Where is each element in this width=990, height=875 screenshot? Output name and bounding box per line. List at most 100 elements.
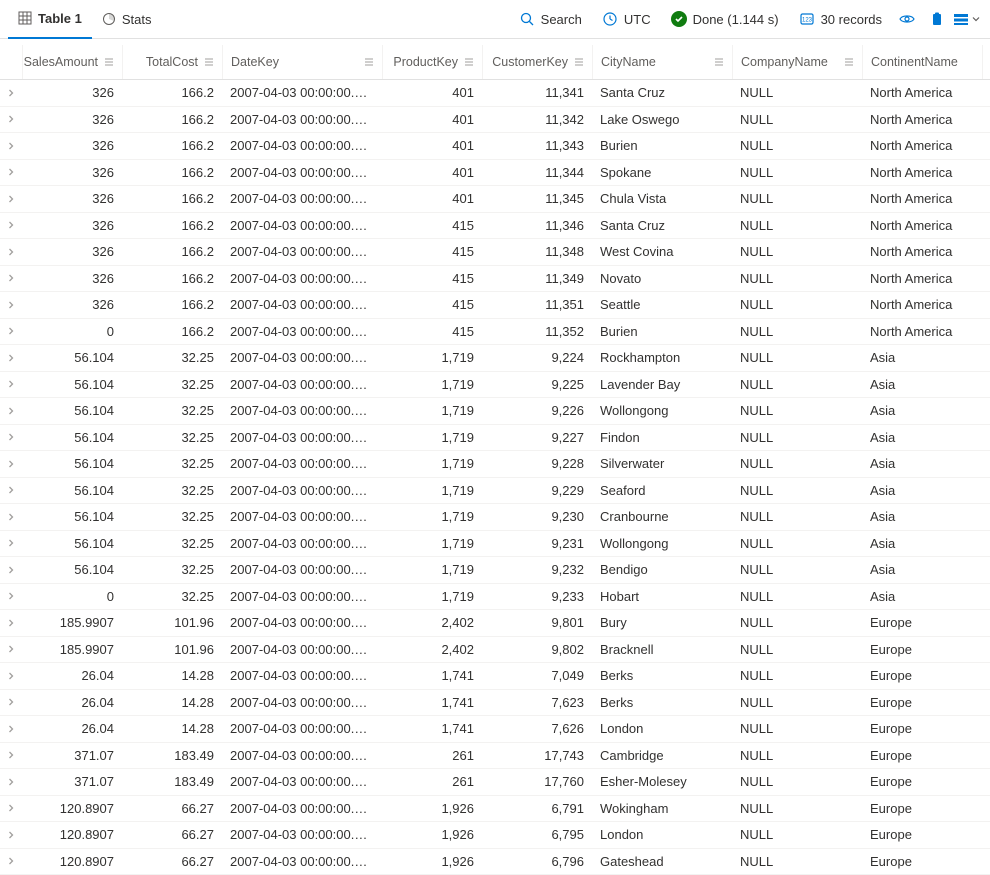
column-menu-icon[interactable] (574, 57, 584, 67)
expand-row-icon[interactable] (0, 830, 22, 840)
table-row[interactable]: 56.10432.252007-04-03 00:00:00.00001,719… (0, 531, 990, 558)
column-header-customerkey[interactable]: CustomerKey (483, 45, 593, 79)
expand-row-icon[interactable] (0, 114, 22, 124)
clock-icon (602, 11, 618, 27)
table-row[interactable]: 56.10432.252007-04-03 00:00:00.00001,719… (0, 345, 990, 372)
cell-customerkey: 9,225 (482, 377, 592, 392)
cell-productkey: 1,719 (382, 483, 482, 498)
view-dropdown[interactable] (952, 0, 982, 38)
expand-row-icon[interactable] (0, 644, 22, 654)
cell-customerkey: 6,791 (482, 801, 592, 816)
table-row[interactable]: 185.9907101.962007-04-03 00:00:00.00002,… (0, 637, 990, 664)
expand-row-icon[interactable] (0, 803, 22, 813)
table-row[interactable]: 371.07183.492007-04-03 00:00:00.00002611… (0, 743, 990, 770)
cell-totalcost: 32.25 (122, 536, 222, 551)
table-row[interactable]: 120.890766.272007-04-03 00:00:00.00001,9… (0, 849, 990, 875)
tab-stats[interactable]: Stats (92, 0, 162, 38)
expand-row-icon[interactable] (0, 247, 22, 257)
table-row[interactable]: 326166.22007-04-03 00:00:00.000040111,34… (0, 186, 990, 213)
expand-row-icon[interactable] (0, 406, 22, 416)
expand-row-icon[interactable] (0, 591, 22, 601)
column-header-datekey[interactable]: DateKey (223, 45, 383, 79)
expand-row-icon[interactable] (0, 485, 22, 495)
column-menu-icon[interactable] (204, 57, 214, 67)
expand-row-icon[interactable] (0, 167, 22, 177)
expand-row-icon[interactable] (0, 194, 22, 204)
column-menu-icon[interactable] (714, 57, 724, 67)
expand-row-icon[interactable] (0, 353, 22, 363)
records-button[interactable]: 123 30 records (789, 0, 892, 38)
expand-row-icon[interactable] (0, 88, 22, 98)
column-header-cityname[interactable]: CityName (593, 45, 733, 79)
column-header-companyname[interactable]: CompanyName (733, 45, 863, 79)
table-row[interactable]: 56.10432.252007-04-03 00:00:00.00001,719… (0, 451, 990, 478)
cell-continentname: Europe (862, 748, 982, 763)
tab-table[interactable]: Table 1 (8, 0, 92, 39)
table-row[interactable]: 326166.22007-04-03 00:00:00.000041511,34… (0, 239, 990, 266)
expand-row-icon[interactable] (0, 379, 22, 389)
table-row[interactable]: 326166.22007-04-03 00:00:00.000040111,34… (0, 80, 990, 107)
cell-companyname: NULL (732, 562, 862, 577)
expand-row-icon[interactable] (0, 856, 22, 866)
layout-icon (953, 11, 969, 27)
expand-row-icon[interactable] (0, 459, 22, 469)
search-button[interactable]: Search (509, 0, 592, 38)
cell-customerkey: 9,227 (482, 430, 592, 445)
table-row[interactable]: 326166.22007-04-03 00:00:00.000041511,34… (0, 213, 990, 240)
table-row[interactable]: 0166.22007-04-03 00:00:00.000041511,352B… (0, 319, 990, 346)
expand-row-icon[interactable] (0, 220, 22, 230)
cell-companyname: NULL (732, 430, 862, 445)
table-row[interactable]: 56.10432.252007-04-03 00:00:00.00001,719… (0, 557, 990, 584)
cell-salesamount: 120.8907 (22, 827, 122, 842)
table-row[interactable]: 326166.22007-04-03 00:00:00.000041511,35… (0, 292, 990, 319)
clipboard-button[interactable] (922, 0, 952, 38)
expand-row-icon[interactable] (0, 432, 22, 442)
column-header-continentname[interactable]: ContinentName (863, 45, 983, 79)
column-header-totalcost[interactable]: TotalCost (123, 45, 223, 79)
expand-row-icon[interactable] (0, 273, 22, 283)
cell-customerkey: 9,226 (482, 403, 592, 418)
expand-row-icon[interactable] (0, 697, 22, 707)
table-row[interactable]: 56.10432.252007-04-03 00:00:00.00001,719… (0, 504, 990, 531)
cell-totalcost: 166.2 (122, 271, 222, 286)
table-row[interactable]: 371.07183.492007-04-03 00:00:00.00002611… (0, 769, 990, 796)
column-menu-icon[interactable] (464, 57, 474, 67)
table-row[interactable]: 120.890766.272007-04-03 00:00:00.00001,9… (0, 796, 990, 823)
cell-salesamount: 56.104 (22, 509, 122, 524)
column-menu-icon[interactable] (364, 57, 374, 67)
table-row[interactable]: 326166.22007-04-03 00:00:00.000041511,34… (0, 266, 990, 293)
expand-row-icon[interactable] (0, 300, 22, 310)
table-row[interactable]: 56.10432.252007-04-03 00:00:00.00001,719… (0, 478, 990, 505)
cell-cityname: Bendigo (592, 562, 732, 577)
table-row[interactable]: 26.0414.282007-04-03 00:00:00.00001,7417… (0, 690, 990, 717)
expand-row-icon[interactable] (0, 777, 22, 787)
column-header-productkey[interactable]: ProductKey (383, 45, 483, 79)
table-row[interactable]: 56.10432.252007-04-03 00:00:00.00001,719… (0, 425, 990, 452)
table-row[interactable]: 326166.22007-04-03 00:00:00.000040111,34… (0, 107, 990, 134)
table-row[interactable]: 326166.22007-04-03 00:00:00.000040111,34… (0, 160, 990, 187)
table-row[interactable]: 26.0414.282007-04-03 00:00:00.00001,7417… (0, 716, 990, 743)
hide-button[interactable] (892, 0, 922, 38)
table-row[interactable]: 120.890766.272007-04-03 00:00:00.00001,9… (0, 822, 990, 849)
expand-row-icon[interactable] (0, 750, 22, 760)
table-row[interactable]: 56.10432.252007-04-03 00:00:00.00001,719… (0, 398, 990, 425)
table-row[interactable]: 26.0414.282007-04-03 00:00:00.00001,7417… (0, 663, 990, 690)
table-row[interactable]: 032.252007-04-03 00:00:00.00001,7199,233… (0, 584, 990, 611)
cell-companyname: NULL (732, 774, 862, 789)
table-row[interactable]: 185.9907101.962007-04-03 00:00:00.00002,… (0, 610, 990, 637)
column-menu-icon[interactable] (104, 57, 114, 67)
expand-row-icon[interactable] (0, 618, 22, 628)
expand-row-icon[interactable] (0, 671, 22, 681)
column-header-salesamount[interactable]: SalesAmount (23, 45, 123, 79)
table-row[interactable]: 326166.22007-04-03 00:00:00.000040111,34… (0, 133, 990, 160)
expand-row-icon[interactable] (0, 512, 22, 522)
expand-row-icon[interactable] (0, 141, 22, 151)
expand-row-icon[interactable] (0, 326, 22, 336)
column-menu-icon[interactable] (844, 57, 854, 67)
cell-totalcost: 66.27 (122, 801, 222, 816)
expand-row-icon[interactable] (0, 538, 22, 548)
table-row[interactable]: 56.10432.252007-04-03 00:00:00.00001,719… (0, 372, 990, 399)
utc-button[interactable]: UTC (592, 0, 661, 38)
expand-row-icon[interactable] (0, 565, 22, 575)
expand-row-icon[interactable] (0, 724, 22, 734)
